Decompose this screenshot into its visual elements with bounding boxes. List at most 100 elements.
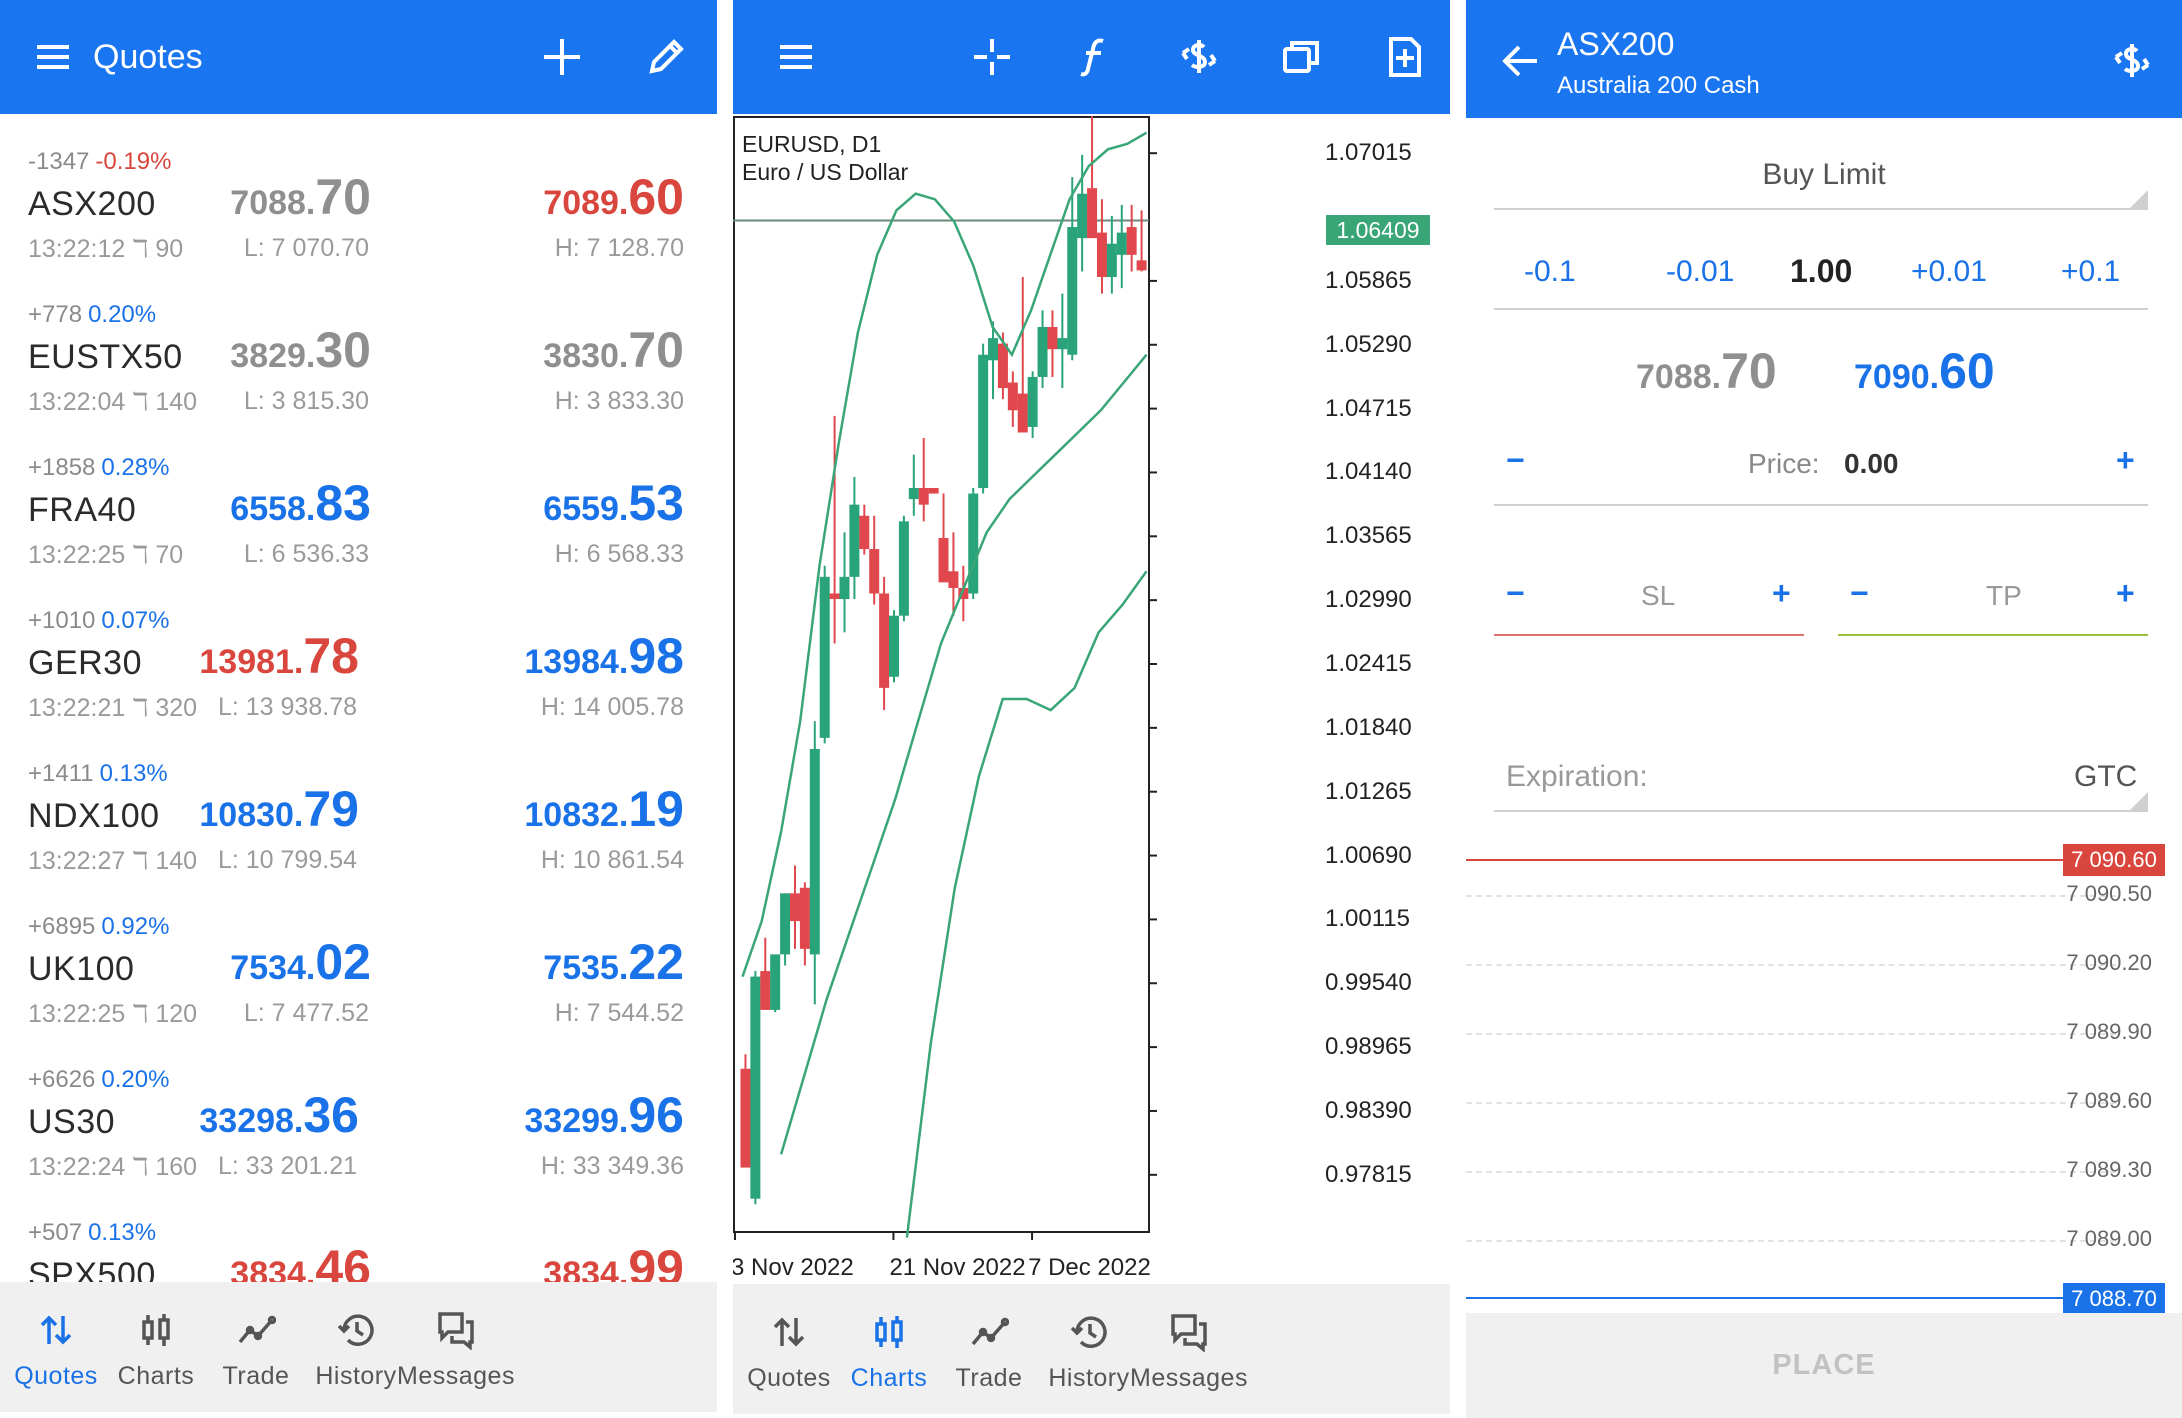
current-price-tag: 1.06409 — [1326, 215, 1430, 245]
bid-main: 7534. — [230, 949, 316, 987]
candle-down — [1007, 382, 1018, 411]
ladder-gridline — [1466, 1240, 2116, 1242]
quote-low: L: 10 799.54 — [217, 846, 357, 874]
quote-ask: 7535.22 — [543, 933, 684, 991]
order-bid-price: 7088.70 — [1636, 342, 1777, 400]
candle-up — [988, 338, 999, 361]
bid-main: 3834. — [230, 1255, 316, 1282]
new-order-icon[interactable] — [1376, 28, 1434, 86]
edit-pencil-icon[interactable] — [637, 28, 695, 86]
tp-label: TP — [1986, 580, 2022, 611]
clock-history-icon — [1070, 1316, 1107, 1348]
bid-pips: 02 — [315, 934, 371, 990]
ask-main: 7089. — [543, 184, 629, 222]
menu-icon[interactable] — [767, 28, 825, 86]
nav-messages[interactable]: Messages — [1119, 1284, 1259, 1414]
volume-minus-0.01-button[interactable]: -0.01 — [1666, 255, 1734, 289]
price-decrease-button[interactable]: − — [1506, 442, 1525, 479]
quote-symbol: NDX100 — [28, 797, 160, 835]
sl-decrease-button[interactable]: − — [1506, 575, 1525, 612]
ladder-gridline — [1466, 1171, 2116, 1173]
bid-pips: 79 — [303, 781, 359, 837]
quote-row[interactable]: +6895 0.92% UK100 13:22:25 ℸ 120 7534.02 … — [0, 893, 717, 1046]
quote-row[interactable]: +1010 0.07% GER30 13:22:21 ℸ 320 13981.78… — [0, 587, 717, 740]
nav-messages[interactable]: Messages — [386, 1282, 526, 1412]
quote-change: +6626 0.20% — [28, 1066, 169, 1094]
tp-increase-button[interactable]: + — [2116, 575, 2135, 612]
y-tick-label: 1.00690 — [1325, 841, 1412, 869]
indicators-function-icon[interactable] — [1066, 28, 1124, 86]
volume-minus-0.1-button[interactable]: -0.1 — [1524, 255, 1576, 289]
quote-row[interactable]: +1411 0.13% NDX100 13:22:27 ℸ 140 10830.7… — [0, 740, 717, 893]
quote-high: H: 3 833.30 — [554, 387, 684, 415]
candle-up — [889, 615, 900, 677]
volume-underline — [1494, 308, 2148, 310]
quote-time: 13:22:27 — [28, 847, 126, 875]
y-tick-label: 1.05865 — [1325, 266, 1412, 294]
quote-time-spread: 13:22:12 ℸ 90 — [28, 234, 183, 264]
quote-row[interactable]: +507 0.13% SPX500 3834.46 3834.99 — [0, 1199, 717, 1282]
quote-time-spread: 13:22:04 ℸ 140 — [28, 387, 197, 417]
ask-pips: 53 — [628, 475, 684, 531]
ask-price-main: 7090. — [1854, 358, 1940, 396]
sl-increase-button[interactable]: + — [1772, 575, 1791, 612]
quote-high: H: 7 544.52 — [554, 999, 684, 1027]
windows-icon[interactable] — [1272, 28, 1330, 86]
spread-icon: ℸ — [132, 388, 149, 416]
spread-icon: ℸ — [132, 1153, 149, 1181]
volume-value[interactable]: 1.00 — [1790, 253, 1852, 290]
back-arrow-icon[interactable] — [1492, 32, 1550, 90]
volume-plus-0.1-button[interactable]: +0.1 — [2061, 255, 2120, 289]
bid-pips: 46 — [315, 1240, 371, 1282]
candle-up — [1057, 338, 1068, 350]
quote-time: 13:22:25 — [28, 1000, 126, 1028]
bid-main: 3829. — [230, 337, 316, 375]
quote-row[interactable]: +778 0.20% EUSTX50 13:22:04 ℸ 140 3829.30… — [0, 281, 717, 434]
quote-change: +1010 0.07% — [28, 607, 169, 635]
candle-up — [809, 748, 820, 955]
bid-price-pips: 70 — [1721, 343, 1777, 399]
quote-row[interactable]: -1347 -0.19% ASX200 13:22:12 ℸ 90 7088.70… — [0, 128, 717, 281]
candle-down — [740, 1068, 751, 1168]
quote-row[interactable]: +6626 0.20% US30 13:22:24 ℸ 160 33298.36 … — [0, 1046, 717, 1199]
price-increase-button[interactable]: + — [2116, 442, 2135, 479]
chart-screen: EURUSD, D1 Euro / US Dollar 1.07015 1.058… — [733, 0, 1450, 1418]
quote-change: +778 0.20% — [28, 301, 156, 329]
bid-line — [1466, 1297, 2116, 1299]
expiration-label: Expiration: — [1506, 760, 1648, 793]
expiration-underline — [1494, 810, 2148, 812]
quote-time-spread: 13:22:25 ℸ 70 — [28, 540, 183, 570]
price-value[interactable]: 0.00 — [1844, 448, 1899, 480]
bid-price-main: 7088. — [1636, 358, 1722, 396]
quote-ask: 13984.98 — [524, 627, 684, 685]
add-symbol-icon[interactable] — [533, 28, 591, 86]
tp-decrease-button[interactable]: − — [1850, 575, 1869, 612]
spread-icon: ℸ — [132, 235, 149, 263]
candle-up — [819, 576, 830, 738]
quote-bid: 3834.46 — [230, 1239, 371, 1282]
trade-dollar-icon[interactable] — [1170, 28, 1228, 86]
quote-spread: 160 — [155, 1153, 198, 1181]
quote-change: +1858 0.28% — [28, 454, 169, 482]
quote-high: H: 7 128.70 — [554, 234, 684, 262]
quote-change-points: +6895 — [28, 913, 96, 940]
quote-change-percent: -0.19% — [95, 148, 172, 175]
volume-plus-0.01-button[interactable]: +0.01 — [1911, 255, 1987, 289]
trade-dollar-icon[interactable] — [2103, 32, 2161, 90]
candle-up — [968, 493, 979, 594]
quote-low: L: 6 536.33 — [243, 540, 369, 568]
candle-down — [948, 571, 959, 588]
quote-ask: 3830.70 — [543, 321, 684, 379]
place-order-button[interactable]: PLACE — [1466, 1313, 2182, 1418]
ask-pips: 98 — [628, 628, 684, 684]
y-tick-label: 1.04715 — [1325, 394, 1412, 422]
bottom-nav: Quotes Charts Trade History Messages — [733, 1284, 1450, 1414]
menu-icon[interactable] — [24, 28, 82, 86]
ask-main: 6559. — [543, 490, 629, 528]
quote-row[interactable]: +1858 0.28% FRA40 13:22:25 ℸ 70 6558.83 6… — [0, 434, 717, 587]
quotes-screen: Quotes -1347 -0.19% ASX200 13:22:12 ℸ 90 … — [0, 0, 717, 1418]
ask-main: 3834. — [543, 1255, 629, 1282]
y-tick-label: 0.99540 — [1325, 969, 1412, 997]
quote-bid: 13981.78 — [199, 627, 359, 685]
crosshair-icon[interactable] — [963, 28, 1021, 86]
